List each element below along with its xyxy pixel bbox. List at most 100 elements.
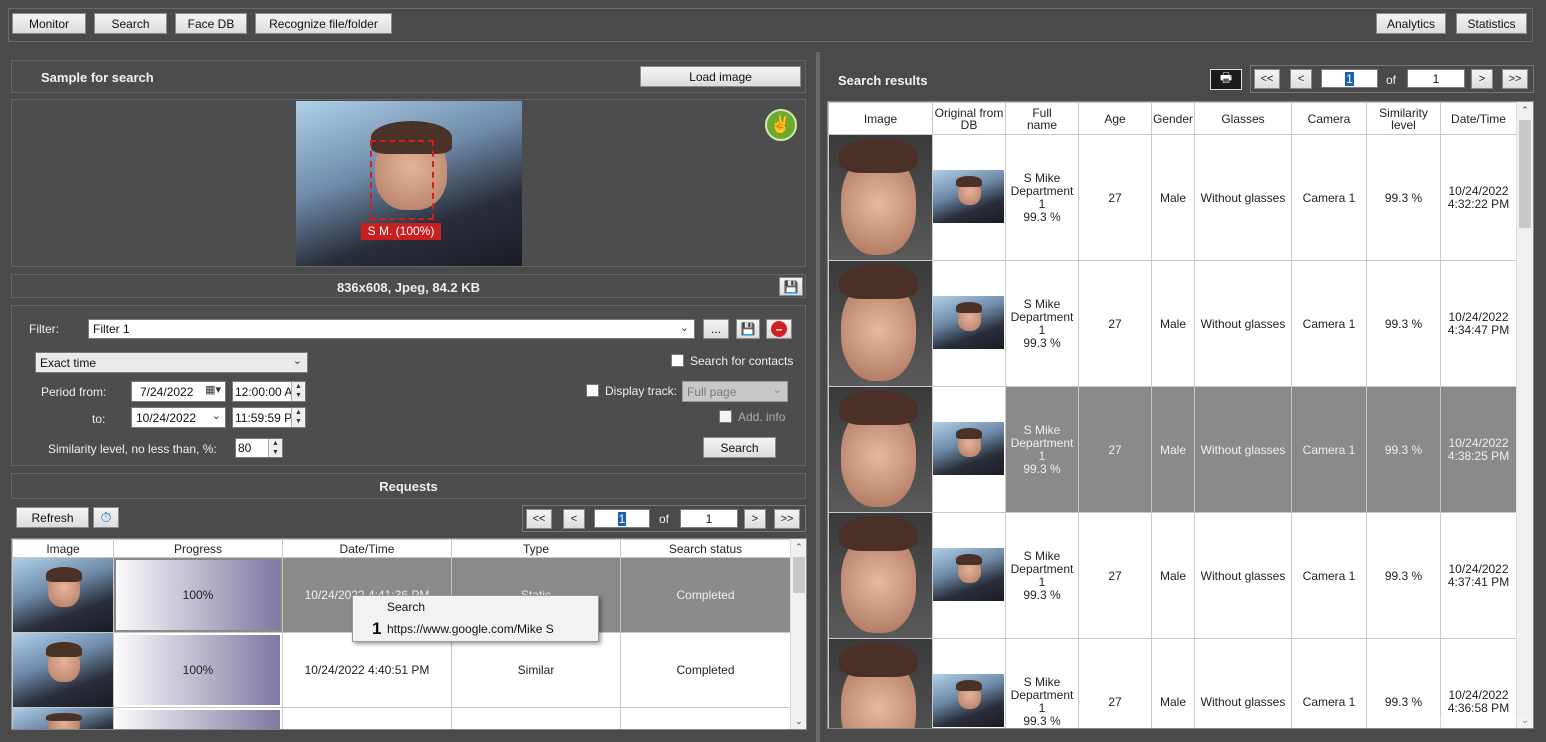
filter-label: Filter:	[29, 322, 59, 336]
panel-splitter[interactable]	[816, 52, 820, 742]
requests-first-page-button[interactable]: <<	[526, 509, 552, 529]
requests-next-page-button[interactable]: >	[744, 509, 766, 529]
scroll-up-icon[interactable]: ⌃	[791, 539, 806, 555]
scroll-up-icon[interactable]: ⌃	[1517, 102, 1533, 118]
results-scrollbar[interactable]: ⌃ ⌄	[1516, 102, 1533, 728]
save-image-icon[interactable]: 💾	[779, 277, 803, 296]
table-row[interactable]: S Mike Department 1 99.3 % 27 Male Without gl…	[828, 386, 1517, 513]
search-tab-button[interactable]: Search	[94, 13, 167, 34]
from-time-spinner[interactable]: 12:00:00 A ▲ ▼	[232, 381, 306, 402]
result-gender: Male	[1151, 512, 1195, 639]
column-header[interactable]: Date/Time	[1440, 102, 1517, 135]
column-header[interactable]: Progress	[113, 539, 283, 558]
request-status: Completed	[620, 557, 791, 633]
requests-page-input[interactable]: 1	[594, 509, 650, 528]
result-age: 27	[1078, 260, 1152, 387]
result-similarity: 99.3 %	[1366, 260, 1441, 387]
add-info-checkbox[interactable]	[719, 410, 732, 423]
results-next-page-button[interactable]: >	[1471, 69, 1493, 89]
time-mode-select[interactable]: Exact time ⌄	[35, 352, 308, 373]
chevron-down-icon: ⌄	[292, 355, 302, 367]
progress-value: 100%	[182, 663, 214, 677]
track-mode-value: Full page	[687, 384, 737, 399]
load-image-button[interactable]: Load image	[640, 66, 801, 87]
statistics-button[interactable]: Statistics	[1456, 13, 1527, 34]
results-title: Search results	[838, 73, 928, 88]
result-camera: Camera 1	[1291, 386, 1367, 513]
column-header[interactable]: Image	[828, 102, 933, 135]
results-first-page-button[interactable]: <<	[1254, 69, 1280, 89]
face-db-button[interactable]: Face DB	[175, 13, 247, 34]
column-header[interactable]: Search status	[620, 539, 791, 558]
result-name: S Mike	[1023, 422, 1061, 437]
column-header[interactable]: Glasses	[1194, 102, 1292, 135]
display-track-checkbox[interactable]	[586, 384, 599, 397]
results-prev-page-button[interactable]: <	[1290, 69, 1312, 89]
filter-select[interactable]: Filter 1 ⌄	[88, 319, 695, 339]
to-date-picker[interactable]: 10/24/2022 ⌄	[131, 407, 226, 428]
column-header[interactable]: Camera	[1291, 102, 1367, 135]
result-camera: Camera 1	[1291, 260, 1367, 387]
add-info-label: Add. info	[738, 410, 786, 424]
request-datetime: 10/24/2022 4:40:51 PM	[282, 632, 452, 708]
spinner-arrows-icon: ▲ ▼	[291, 382, 305, 401]
scroll-down-icon[interactable]: ⌄	[791, 713, 806, 729]
similarity-spinner[interactable]: 80 ▲ ▼	[235, 438, 283, 458]
column-header[interactable]: Image	[12, 539, 114, 558]
recognize-button[interactable]: Recognize file/folder	[255, 13, 392, 34]
refresh-button[interactable]: Refresh	[16, 507, 89, 528]
to-time-spinner[interactable]: 11:59:59 P ▲ ▼	[232, 407, 306, 428]
requests-last-page-button[interactable]: >>	[774, 509, 800, 529]
sample-title: Sample for search	[41, 70, 154, 85]
analytics-button[interactable]: Analytics	[1376, 13, 1446, 34]
column-header[interactable]: Full name	[1005, 102, 1079, 135]
result-name-similarity: 99.3 %	[1023, 713, 1061, 728]
column-header[interactable]: Type	[451, 539, 621, 558]
monitor-button[interactable]: Monitor	[12, 13, 86, 34]
print-icon[interactable]: 🖶	[1210, 69, 1242, 90]
table-row[interactable]: 100% 10/24/2022 4:40:51 PM Similar Compl…	[12, 632, 791, 708]
filter-more-button[interactable]: ...	[703, 319, 729, 339]
column-header[interactable]: Similarity level	[1366, 102, 1441, 135]
filter-remove-icon[interactable]: –	[766, 319, 792, 339]
result-name: S Mike	[1023, 296, 1061, 311]
result-gender: Male	[1151, 638, 1195, 728]
requests-scrollbar[interactable]: ⌃ ⌄	[790, 539, 806, 729]
filter-save-icon[interactable]: 💾	[736, 319, 760, 339]
column-header[interactable]: Gender	[1151, 102, 1195, 135]
result-department: Department 1	[1010, 435, 1074, 463]
context-menu-search[interactable]: Search	[387, 600, 425, 614]
table-row[interactable]	[12, 707, 791, 729]
column-header[interactable]: Age	[1078, 102, 1152, 135]
face-detection-box	[370, 140, 434, 220]
similarity-label: Similarity level, no less than, %:	[48, 442, 217, 456]
progress-bar: 100%	[116, 635, 280, 705]
chevron-down-icon: ⌄	[772, 384, 782, 396]
display-track-label: Display track:	[605, 384, 678, 398]
requests-prev-page-button[interactable]: <	[563, 509, 585, 529]
column-header[interactable]: Date/Time	[282, 539, 452, 558]
scrollbar-thumb[interactable]	[793, 557, 805, 593]
result-similarity: 99.3 %	[1366, 134, 1441, 261]
search-contacts-checkbox[interactable]	[671, 354, 684, 367]
results-last-page-button[interactable]: >>	[1502, 69, 1528, 89]
table-row[interactable]: S Mike Department 1 99.3 % 27 Male Without gl…	[828, 134, 1517, 261]
table-row[interactable]: S Mike Department 1 99.3 % 27 Male Without gl…	[828, 512, 1517, 639]
result-name-similarity: 99.3 %	[1023, 335, 1061, 350]
chevron-down-icon: ⌄	[211, 410, 221, 422]
column-header[interactable]: Original from DB	[932, 102, 1006, 135]
period-to-label: to:	[92, 412, 106, 426]
table-row[interactable]: S Mike Department 1 99.3 % 27 Male Without gl…	[828, 260, 1517, 387]
results-total-value: 1	[1432, 71, 1440, 86]
result-name: S Mike	[1023, 674, 1061, 689]
from-date-picker[interactable]: 7/24/2022 ▦▾	[131, 381, 226, 402]
track-mode-select[interactable]: Full page ⌄	[682, 381, 788, 402]
context-menu-marker: 1	[372, 619, 382, 638]
result-time: 4:32:22 PM	[1447, 196, 1510, 211]
scrollbar-thumb[interactable]	[1519, 120, 1531, 228]
request-thumbnail	[13, 633, 113, 707]
context-menu-url[interactable]: https://www.google.com/Mike S	[387, 622, 554, 636]
timer-icon[interactable]: ⏱	[93, 507, 119, 528]
results-page-input[interactable]: 1	[1321, 69, 1378, 88]
search-button[interactable]: Search	[703, 437, 776, 458]
